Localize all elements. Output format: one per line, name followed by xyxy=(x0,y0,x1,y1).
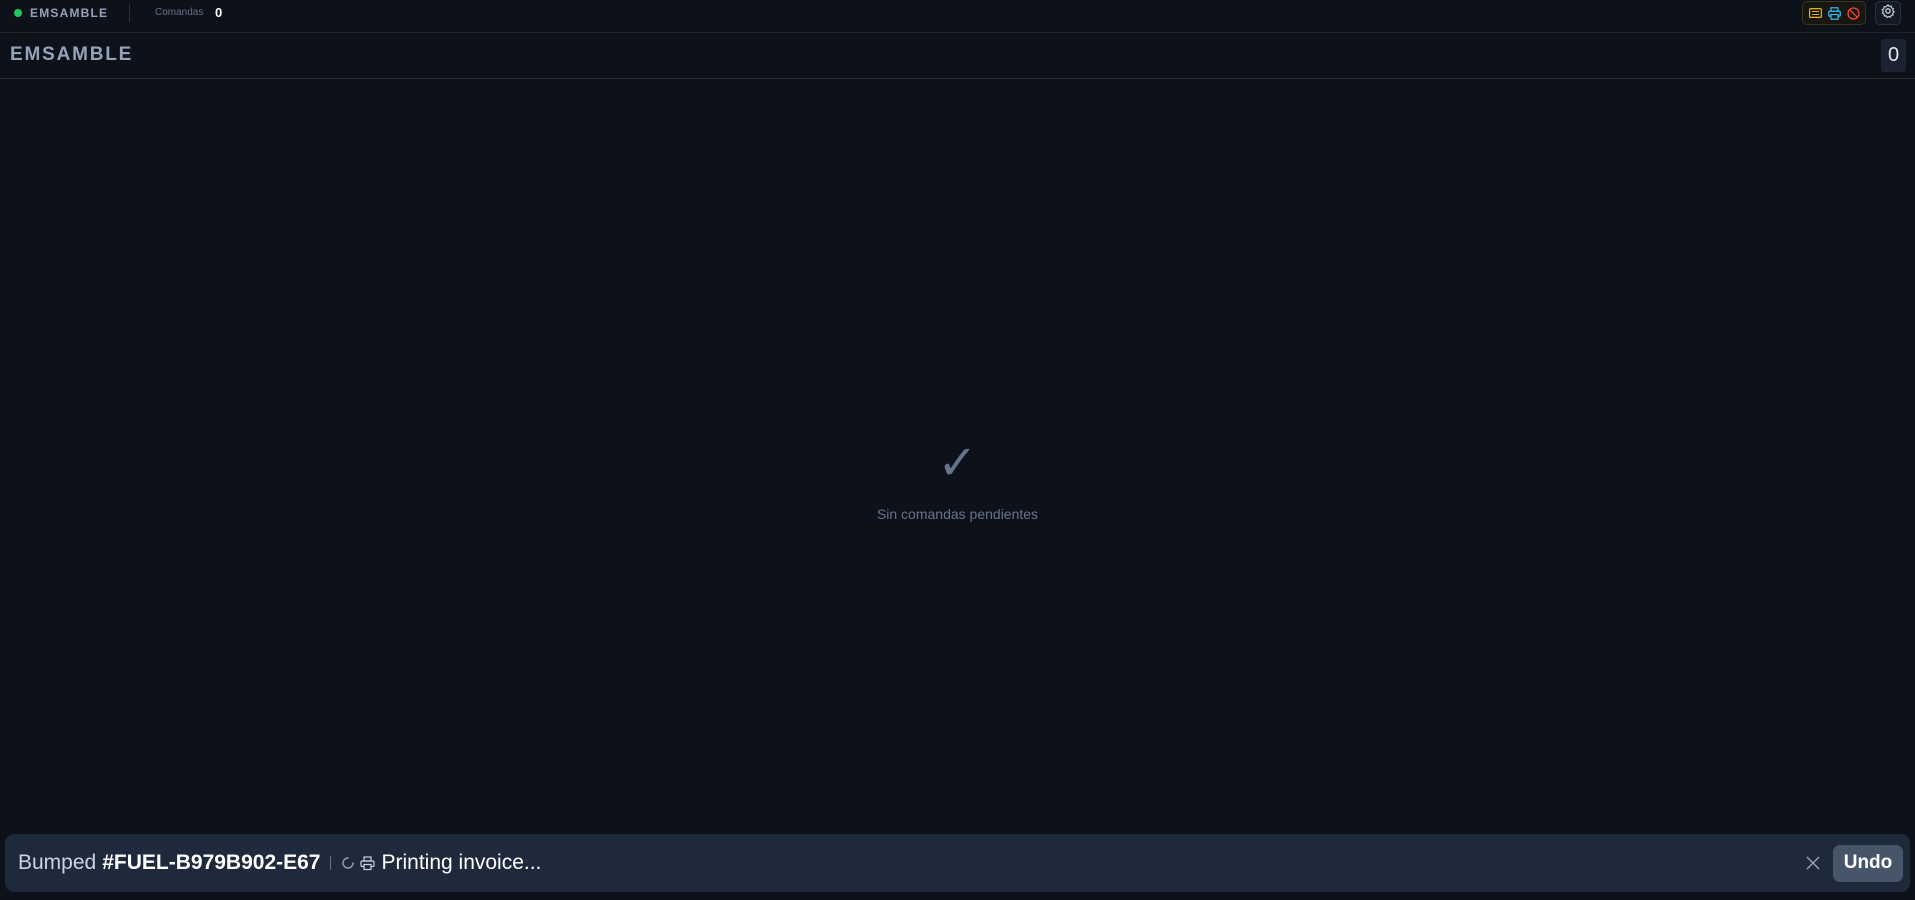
keyboard-icon[interactable] xyxy=(1807,5,1823,21)
toast-prefix: Bumped xyxy=(18,851,97,874)
orders-label: Comandas xyxy=(155,7,204,18)
station-name: EMSAMBLE xyxy=(30,6,109,20)
printer-icon xyxy=(360,855,376,871)
empty-state: ✓ Sin comandas pendientes xyxy=(0,437,1915,523)
toast-divider xyxy=(330,856,332,870)
device-status-group[interactable] xyxy=(1802,1,1866,25)
settings-button[interactable] xyxy=(1875,1,1901,25)
bump-toast: Bumped #FUEL-B979B902-E67 Printing invoi… xyxy=(5,834,1910,892)
orders-count: 0 xyxy=(215,5,223,20)
toast-status: Printing invoice... xyxy=(381,851,542,874)
toast-order-id: #FUEL-B979B902-E67 xyxy=(102,851,321,874)
top-bar: EMSAMBLE Comandas 0 xyxy=(0,0,1915,33)
undo-button[interactable]: Undo xyxy=(1833,844,1903,882)
printer-icon[interactable] xyxy=(1826,5,1842,21)
close-icon xyxy=(1806,856,1820,870)
dismiss-button[interactable] xyxy=(1803,853,1823,873)
station-title: EMSAMBLE xyxy=(10,44,134,65)
pending-count-badge: 0 xyxy=(1881,39,1906,72)
connection-status-dot xyxy=(14,9,22,17)
station-header: EMSAMBLE 0 xyxy=(0,34,1915,79)
gear-icon xyxy=(1881,3,1895,23)
empty-state-message: Sin comandas pendientes xyxy=(876,506,1039,522)
checkmark-icon: ✓ xyxy=(937,437,978,490)
blocked-icon[interactable] xyxy=(1845,5,1861,21)
divider xyxy=(129,4,130,22)
spinner-icon xyxy=(341,856,355,870)
